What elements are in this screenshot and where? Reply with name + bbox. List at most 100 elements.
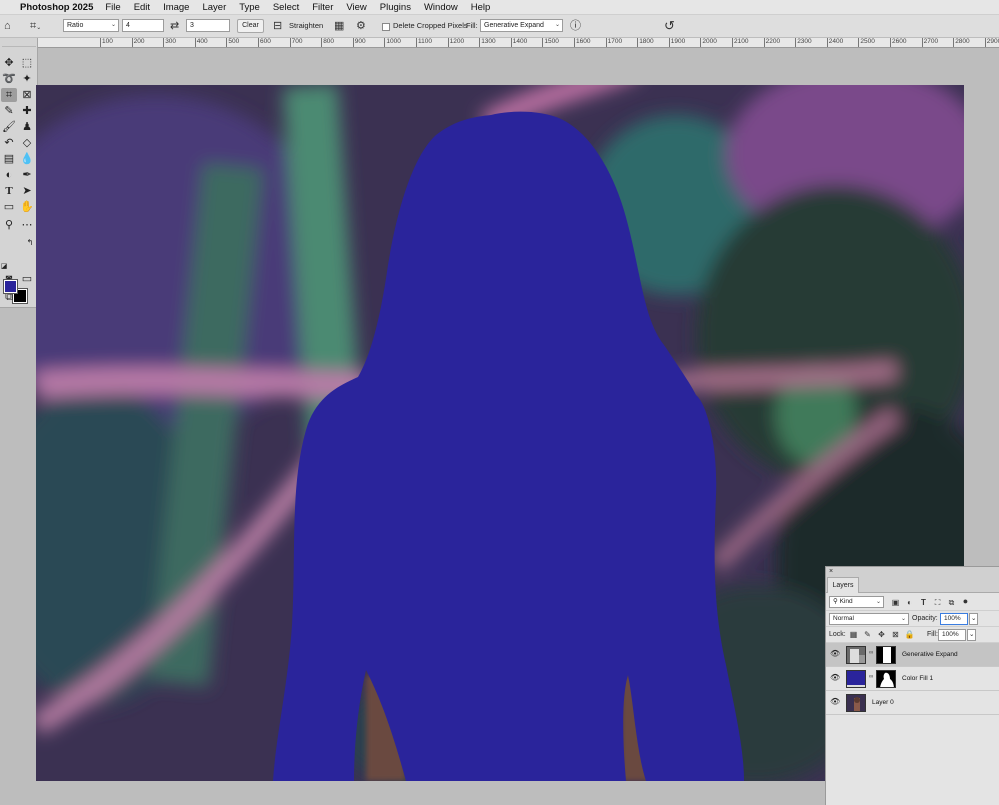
adjustment-filter-icon[interactable]: ◐ [904,597,915,609]
history-brush-tool-icon[interactable]: ↶ [1,136,17,150]
straighten-label[interactable]: Straighten [289,19,323,33]
frame-tool-icon[interactable]: ⊠ [19,88,35,102]
menu-image[interactable]: Image [163,2,189,13]
layer-color-fill-1[interactable]: 👁 ∞ Color Fill 1 [826,667,999,691]
ruler-tick [890,38,891,47]
horizontal-ruler[interactable]: 100 200 300 400 500 600 700 800 900 1000 1100 1200 1… [38,38,999,48]
pen-tool-icon[interactable]: ✒ [19,168,35,182]
layer-name[interactable]: Generative Expand [902,651,958,658]
layer-name[interactable]: Color Fill 1 [902,675,933,682]
height-ratio-input[interactable]: 3 [186,19,230,32]
home-icon[interactable]: ⌂ [4,19,11,33]
lock-position-icon[interactable]: ✥ [876,629,887,641]
smart-object-filter-icon[interactable]: ⧉ [946,597,957,609]
ruler-tick [258,38,259,47]
menu-edit[interactable]: Edit [134,2,150,13]
rectangle-tool-icon[interactable]: ▭ [1,200,17,214]
reset-icon[interactable]: ↺ [664,19,675,33]
menu-window[interactable]: Window [424,2,458,13]
ruler-tick [637,38,639,47]
menu-filter[interactable]: Filter [312,2,333,13]
visibility-eye-icon[interactable]: 👁 [830,673,840,682]
photo-thumbnail [854,697,860,711]
mask-link-icon[interactable]: ∞ [869,650,873,656]
panel-grip[interactable] [2,41,36,47]
lock-all-icon[interactable]: 🔒 [904,629,915,641]
clear-button[interactable]: Clear [237,19,264,33]
opacity-dropdown[interactable]: ⌄ [969,613,978,625]
crop-tool-preset-icon[interactable]: ⌗⌄ [30,19,41,35]
gear-icon[interactable]: ⚙ [356,19,366,33]
ruler-tick [953,38,955,47]
blur-tool-icon[interactable]: 💧 [19,152,35,166]
menu-help[interactable]: Help [471,2,491,13]
layer-generative-expand[interactable]: 👁 ∞ Generative Expand [826,643,999,667]
eraser-tool-icon[interactable]: ◇ [19,136,35,150]
marquee-tool-icon[interactable]: ⬚ [19,56,35,70]
foreground-color-swatch[interactable] [3,279,18,294]
fill-dropdown[interactable]: ⌄ [967,629,976,641]
move-tool-icon[interactable]: ✥ [1,56,17,70]
opacity-input[interactable]: 100% [940,613,968,625]
chevron-down-icon: ⌄ [971,615,977,622]
panel-close-icon[interactable]: × [826,567,999,576]
filter-toggle-icon[interactable]: ● [960,595,971,607]
ruler-label: 500 [228,38,240,45]
width-ratio-input[interactable]: 4 [122,19,164,32]
type-tool-icon[interactable]: T [1,184,17,198]
hand-tool-icon[interactable]: ✋ [19,200,35,214]
menu-view[interactable]: View [346,2,366,13]
type-filter-icon[interactable]: T [918,597,929,609]
more-tools-icon[interactable]: ⋯ [19,218,35,232]
lasso-tool-icon[interactable]: ➰ [1,72,17,86]
lock-pixels-icon[interactable]: ✎ [862,629,873,641]
ruler-label: 200 [133,38,145,45]
shape-filter-icon[interactable]: ⛶ [932,597,943,609]
layer-mask-thumbnail [876,646,896,664]
ruler-tick [226,38,228,47]
delete-cropped-pixels-checkbox[interactable] [382,23,390,31]
ruler-tick [194,38,196,47]
ratio-dropdown[interactable]: Ratio ⌄ [63,19,119,32]
brush-tool-icon[interactable]: 🖌 [1,120,17,134]
menu-layer[interactable]: Layer [202,2,226,13]
menu-type[interactable]: Type [239,2,260,13]
pixel-filter-icon[interactable]: ▣ [890,597,901,609]
grid-overlay-icon[interactable]: ▦ [334,19,344,33]
crop-tool-icon[interactable]: ⌗ [1,88,17,102]
tab-layers[interactable]: Layers [827,577,859,593]
ruler-tick [416,38,417,47]
zoom-tool-icon[interactable]: ⚲ [1,218,17,232]
gradient-tool-icon[interactable]: ▤ [1,152,17,166]
fill-input[interactable]: 100% [938,629,966,641]
info-icon[interactable]: ⓘ [570,19,581,33]
fill-dropdown[interactable]: Generative Expand ⌄ [480,19,563,32]
blend-mode-dropdown[interactable]: Normal ⌄ [829,613,909,625]
visibility-eye-icon[interactable]: 👁 [830,697,840,706]
ruler-tick [700,38,702,47]
stamp-tool-icon[interactable]: ♟ [19,120,35,134]
layer-name[interactable]: Layer 0 [872,699,894,706]
ruler-label: 1100 [418,38,432,45]
kind-filter-dropdown[interactable]: ⚲ Kind ⌄ [829,596,884,608]
dodge-tool-icon[interactable]: ◐ [1,168,17,182]
menu-file[interactable]: File [105,2,120,13]
lock-transparency-icon[interactable]: ▦ [848,629,859,641]
ruler-tick [921,38,923,47]
path-selection-tool-icon[interactable]: ➤ [19,184,35,198]
mask-link-icon[interactable]: ∞ [869,674,873,680]
straighten-icon[interactable]: ⊟ [273,19,282,33]
search-icon: ⚲ [833,598,838,605]
lock-artboard-icon[interactable]: ⊠ [890,629,901,641]
visibility-eye-icon[interactable]: 👁 [830,649,840,658]
menu-plugins[interactable]: Plugins [380,2,411,13]
silhouette-mask-graphic [880,672,894,687]
app-menu[interactable]: Photoshop 2025 [20,2,93,13]
swap-icon[interactable]: ⇄ [170,19,179,33]
magic-wand-tool-icon[interactable]: ✦ [19,72,35,86]
layer-0[interactable]: 👁 Layer 0 [826,691,999,715]
healing-brush-tool-icon[interactable]: ✚ [19,104,35,118]
menu-select[interactable]: Select [273,2,299,13]
eyedropper-tool-icon[interactable]: ✎ [1,104,17,118]
screen-mode-icon[interactable]: ▭ [19,272,35,286]
